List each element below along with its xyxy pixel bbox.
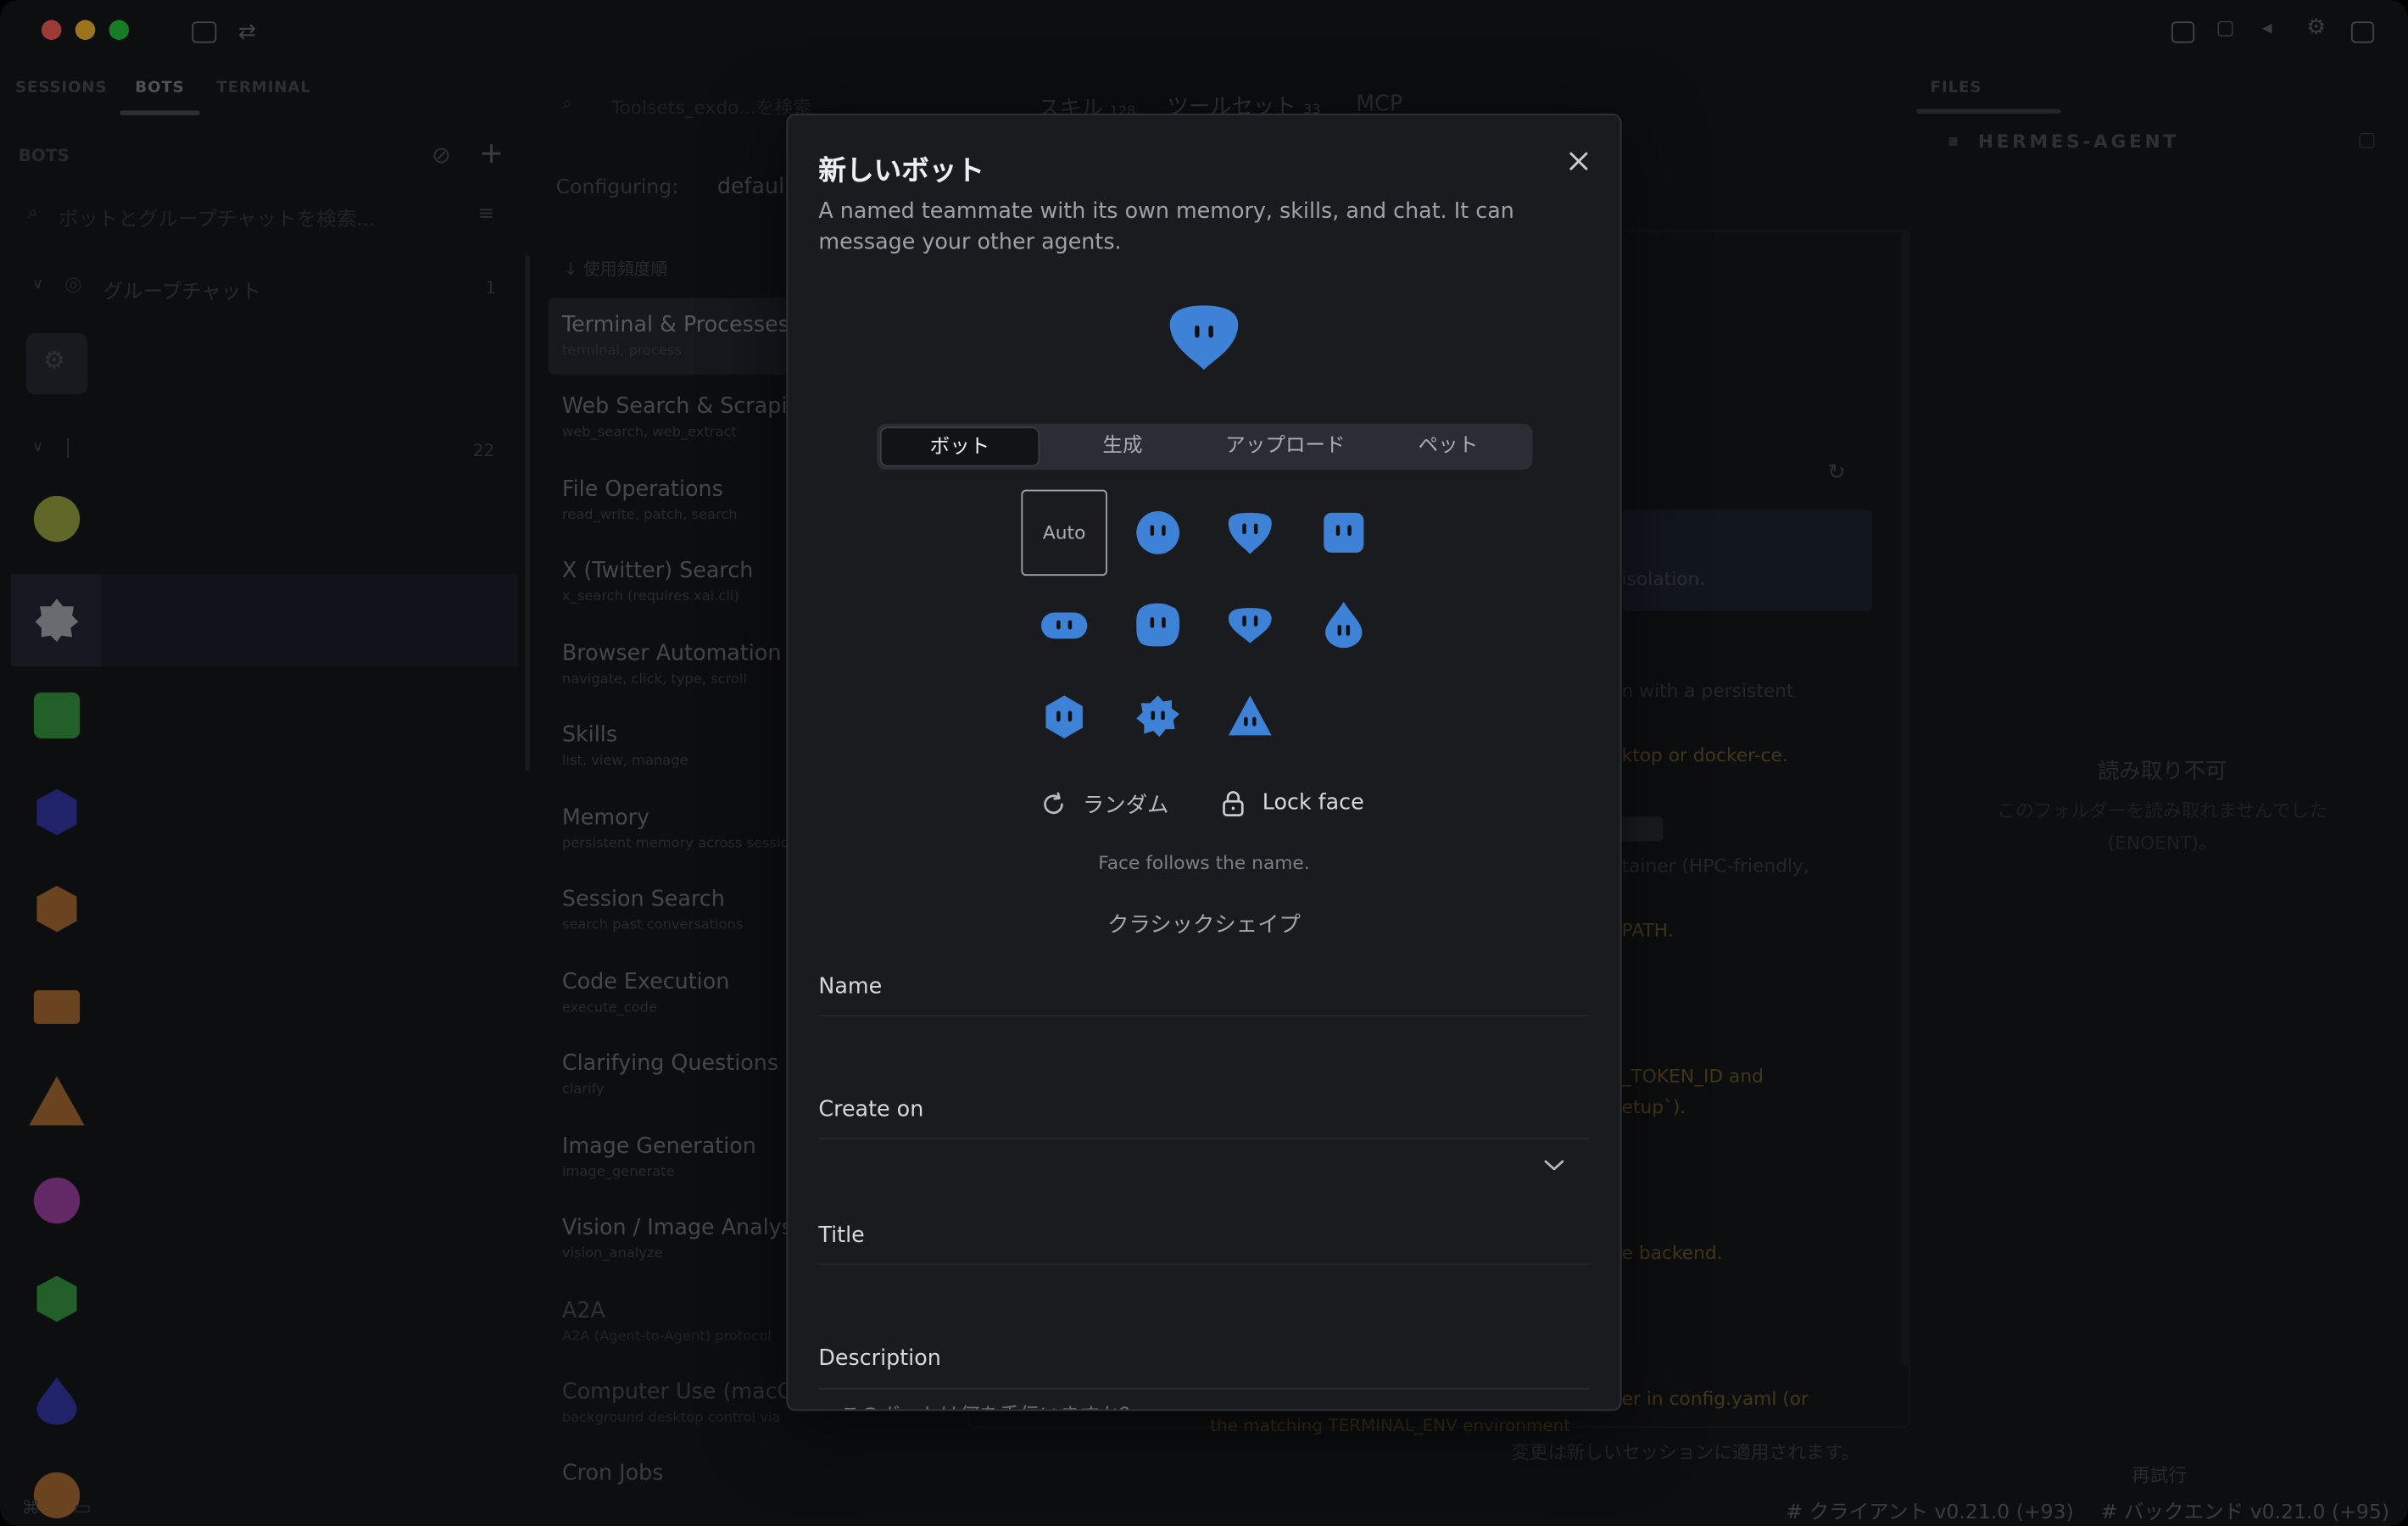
create-on-label: Create on — [818, 1097, 924, 1122]
lock-face-button[interactable]: Lock face — [1219, 789, 1364, 817]
refresh-icon — [1044, 792, 1063, 815]
bot-face-heart-icon — [1228, 512, 1272, 554]
name-label: Name — [818, 974, 883, 1000]
bot-face-pill-icon — [1040, 612, 1088, 639]
tab-generate[interactable]: 生成 — [1043, 426, 1202, 466]
random-label: ランダム — [1082, 794, 1169, 819]
close-icon — [1569, 152, 1588, 170]
face-option[interactable] — [1207, 582, 1293, 667]
face-option[interactable] — [1115, 582, 1201, 667]
description-textarea[interactable]: このボットは何を手伝いますか？ — [818, 1388, 1590, 1409]
bot-face-hexagon-icon — [1045, 695, 1083, 739]
close-button[interactable] — [1564, 146, 1594, 176]
face-option[interactable] — [1301, 582, 1386, 667]
dialog-title: 新しいボット — [818, 154, 984, 187]
bot-face-diamond-icon — [1228, 608, 1272, 643]
new-bot-dialog: 新しいボット A named teammate with its own mem… — [786, 114, 1622, 1412]
avatar-source-tabs: ボット 生成 アップロード ペット — [877, 423, 1533, 471]
bot-face-drop-icon — [1325, 601, 1363, 649]
face-option[interactable] — [1021, 582, 1106, 667]
face-option-auto[interactable]: Auto — [1021, 489, 1107, 576]
bot-face-square-icon — [1324, 512, 1364, 553]
bot-face-triangle-icon — [1228, 695, 1272, 736]
chevron-down-icon — [1544, 1160, 1564, 1171]
title-label: Title — [818, 1223, 865, 1249]
tab-pet[interactable]: ペット — [1368, 426, 1528, 466]
face-option[interactable] — [1115, 674, 1201, 760]
random-button[interactable]: ランダム — [1040, 789, 1168, 820]
face-option[interactable] — [1115, 490, 1201, 576]
bot-face-preview-icon — [1169, 305, 1239, 370]
bot-face-blob-icon — [1136, 603, 1180, 647]
tab-upload[interactable]: アップロード — [1206, 426, 1365, 466]
bot-face-gear-icon — [1136, 695, 1180, 738]
tab-bot[interactable]: ボット — [879, 426, 1040, 467]
face-option[interactable] — [1301, 490, 1386, 576]
name-input[interactable] — [818, 1015, 1590, 1071]
face-hint: Face follows the name. — [1098, 852, 1310, 874]
face-option[interactable] — [1207, 674, 1293, 760]
shape-name: クラシックシェイプ — [1107, 913, 1301, 938]
lock-icon — [1223, 791, 1244, 816]
title-input[interactable] — [818, 1263, 1590, 1319]
description-label: Description — [818, 1346, 941, 1372]
lock-face-label: Lock face — [1262, 790, 1364, 816]
face-option[interactable] — [1207, 490, 1293, 576]
app-window: ⇄ ▢ ◂ ⚙ SESSIONS BOTS TERMINAL BOTS ⊘ + … — [0, 0, 2408, 1526]
bot-face-circle-icon — [1136, 511, 1180, 554]
create-on-select[interactable] — [818, 1137, 1590, 1193]
face-option[interactable] — [1021, 674, 1106, 760]
dialog-description: A named teammate with its own memory, sk… — [818, 199, 1514, 255]
